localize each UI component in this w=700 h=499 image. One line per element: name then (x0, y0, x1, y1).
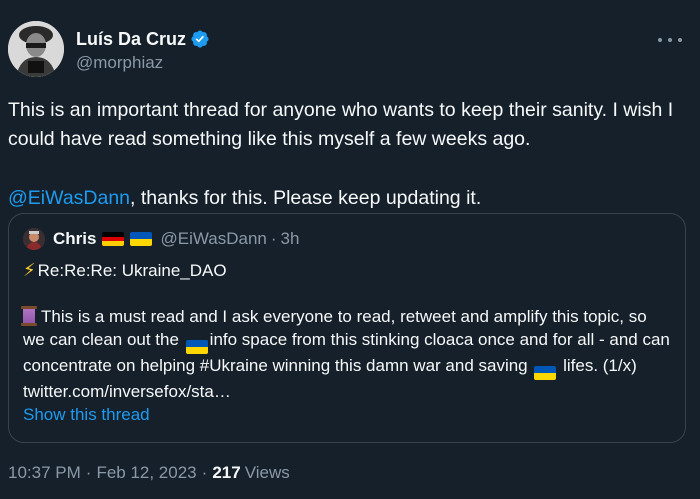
views-count[interactable]: 217 (212, 463, 240, 483)
germany-flag-icon (102, 232, 125, 246)
quoted-tweet[interactable]: Chris @EiWasDann · 3h ⚡ Re:Re:Re: Ukrain… (8, 213, 686, 443)
quoted-paragraph: This is a must read and I ask everyone t… (21, 305, 673, 403)
ukraine-flag-icon (185, 340, 208, 354)
tweet-paragraph-1: This is an important thread for anyone w… (8, 99, 674, 150)
tweet-paragraph-2-text: , thanks for this. Please keep updating … (130, 187, 482, 209)
tweet-text: This is an important thread for anyone w… (8, 96, 692, 213)
quoted-author-avatar (23, 228, 45, 250)
views-label: Views (244, 463, 290, 482)
show-thread-link[interactable]: Show this thread (23, 405, 150, 425)
quoted-separator: · (270, 229, 277, 248)
quoted-tweet-body: ⚡ Re:Re:Re: Ukraine_DAO This is a must r… (21, 259, 673, 403)
tweet-date[interactable]: Feb 12, 2023 (96, 463, 196, 483)
thread-icon (21, 306, 37, 326)
high-voltage-icon: ⚡ (23, 260, 36, 280)
tweet-time[interactable]: 10:37 PM (8, 463, 81, 483)
author-display-name[interactable]: Luís Da Cruz (76, 29, 186, 50)
quoted-author-name: Chris (53, 229, 97, 248)
verified-badge-icon (190, 29, 210, 49)
tweet-metadata: 10:37 PM · Feb 12, 2023 · 217 Views (8, 463, 290, 483)
more-options-icon[interactable] (658, 30, 682, 50)
ukraine-flag-icon (130, 232, 153, 246)
author-info: Luís Da Cruz @morphiaz (76, 28, 210, 73)
author-avatar[interactable] (8, 21, 64, 77)
quoted-tweet-header: Chris @EiWasDann · 3h (23, 227, 299, 251)
author-handle[interactable]: @morphiaz (76, 53, 210, 73)
footer-separator: · (201, 463, 208, 482)
footer-separator: · (85, 463, 92, 482)
tweet-paragraph-2: @EiWasDann, thanks for this. Please keep… (8, 184, 692, 213)
ukraine-flag-icon (534, 366, 557, 380)
mention-link[interactable]: @EiWasDann (8, 187, 130, 209)
quoted-title: Re:Re:Re: Ukraine_DAO (37, 261, 227, 280)
quoted-time: 3h (280, 229, 300, 248)
quoted-author-handle: @EiWasDann (160, 229, 267, 248)
tweet: Luís Da Cruz @morphiaz This is an import… (0, 0, 700, 499)
